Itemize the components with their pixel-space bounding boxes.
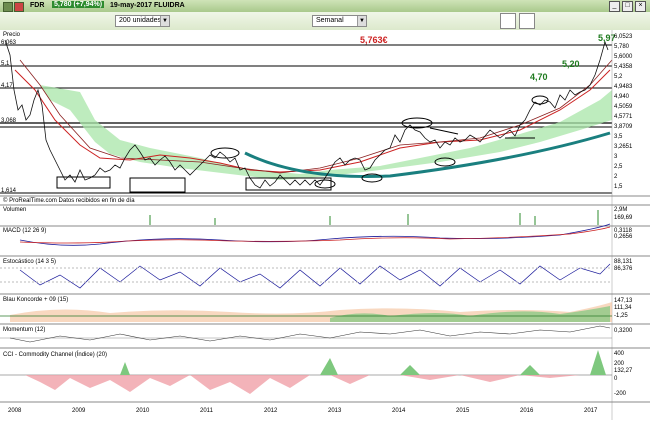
price-annotation-597: 5,97 bbox=[598, 33, 616, 43]
price-axis-value: 4,5059 bbox=[614, 104, 633, 110]
x-axis-year: 2009 bbox=[72, 408, 86, 414]
price-axis-value: 5,2 bbox=[614, 74, 623, 80]
price-axis-value: 4,9483 bbox=[614, 84, 633, 90]
x-axis-year: 2011 bbox=[200, 408, 214, 414]
price-axis-value: 2,5 bbox=[614, 164, 623, 170]
cci-axis-value: 132,27 bbox=[614, 368, 633, 374]
left-label: 3,068 bbox=[1, 118, 17, 124]
price-axis-value: 4,940 bbox=[614, 94, 630, 100]
stochastic-panel-label: Estocástico (14 3 5) bbox=[3, 259, 56, 265]
cci-panel-label: CCI - Commodity Channel (Índice) (20) bbox=[3, 351, 107, 358]
refresh-icon[interactable] bbox=[14, 2, 24, 12]
blau-panel-label: Blau Koncorde + 09 (15) bbox=[3, 297, 68, 303]
macd-panel-label: MACD (12 26 9) bbox=[3, 228, 46, 234]
toolbar: 200 unidades ▼ Semanal ▼ bbox=[0, 12, 650, 31]
price-axis-value: 3,8709 bbox=[614, 124, 633, 130]
period-value: Semanal bbox=[316, 17, 344, 24]
close-button[interactable]: × bbox=[635, 1, 646, 12]
date-name: 19-may-2017 FLUIDRA bbox=[110, 2, 185, 9]
minimize-button[interactable]: _ bbox=[609, 1, 620, 12]
x-axis-year: 2017 bbox=[584, 408, 598, 414]
price-panel-label: Precio bbox=[3, 32, 21, 38]
volume-axis-value: 2,9M bbox=[614, 207, 627, 213]
x-axis-year: 2012 bbox=[264, 408, 278, 414]
blau-axis-value: -1,25 bbox=[614, 313, 628, 319]
price-axis-value: 3,5 bbox=[614, 134, 623, 140]
x-axis-year: 2008 bbox=[8, 408, 22, 414]
price-axis-value: 5,780 bbox=[614, 44, 630, 50]
price-annotation-470: 4,70 bbox=[530, 72, 548, 82]
price-axis-value: 5,6000 bbox=[614, 54, 633, 60]
left-label: 6,063 bbox=[1, 40, 17, 46]
x-axis-year: 2013 bbox=[328, 408, 342, 414]
chevron-down-icon: ▼ bbox=[357, 16, 366, 26]
units-value: 200 unidades bbox=[119, 17, 162, 24]
price-axis-value: 1,5 bbox=[614, 184, 623, 190]
x-axis-year: 2014 bbox=[392, 408, 406, 414]
ticker-symbol: FDR bbox=[30, 2, 45, 9]
price-axis-value: 6,0523 bbox=[614, 34, 633, 40]
momentum-panel-label: Momentum (12) bbox=[3, 327, 45, 333]
x-axis-year: 2015 bbox=[456, 408, 470, 414]
stock-chart[interactable]: Precio 5,763€ 5,97 5,20 4,70 6,063 5,1 4… bbox=[0, 30, 650, 433]
stoch-axis-value: 88,131 bbox=[614, 259, 633, 265]
window-icon[interactable] bbox=[3, 2, 13, 12]
macd-axis-value: 0,2656 bbox=[614, 234, 633, 240]
maximize-button[interactable]: □ bbox=[622, 1, 633, 12]
period-select[interactable]: Semanal ▼ bbox=[312, 15, 367, 27]
blau-axis-value: 147,13 bbox=[614, 298, 633, 304]
volume-axis-value: 169,69 bbox=[614, 215, 633, 221]
chevron-down-icon: ▼ bbox=[160, 16, 169, 26]
price-axis-value: 5,4358 bbox=[614, 64, 633, 70]
tool-icons bbox=[500, 13, 538, 31]
stoch-axis-value: 86,376 bbox=[614, 266, 633, 272]
x-axis-year: 2010 bbox=[136, 408, 150, 414]
settings-icon[interactable] bbox=[519, 13, 535, 29]
chart-icon[interactable] bbox=[500, 13, 516, 29]
left-label: 4,17 bbox=[1, 83, 13, 89]
price-axis-value: 3,2651 bbox=[614, 144, 633, 150]
volume-panel-label: Volumen bbox=[3, 207, 26, 213]
blau-axis-value: 111,34 bbox=[614, 305, 632, 311]
cci-axis-value: 400 bbox=[614, 351, 625, 357]
left-label: 5,1 bbox=[1, 61, 10, 67]
price-badge: 5,780 (+7,94%) bbox=[52, 1, 105, 8]
momentum-axis-value: 0,3200 bbox=[614, 328, 633, 334]
price-annotation-520: 5,20 bbox=[562, 59, 580, 69]
status-line: © ProRealTime.com Datos recibidos en fin… bbox=[3, 197, 135, 204]
cci-axis-value: 200 bbox=[614, 361, 625, 367]
window-controls: _ □ × bbox=[607, 1, 646, 12]
units-select[interactable]: 200 unidades ▼ bbox=[115, 15, 170, 27]
price-axis-value: 4,5771 bbox=[614, 114, 633, 120]
price-annotation-high: 5,763€ bbox=[360, 35, 388, 45]
cci-axis-value: -200 bbox=[614, 391, 627, 397]
x-axis-year: 2016 bbox=[520, 408, 534, 414]
left-label: 1,614 bbox=[1, 188, 17, 194]
